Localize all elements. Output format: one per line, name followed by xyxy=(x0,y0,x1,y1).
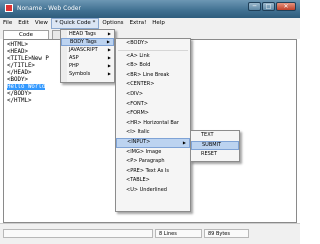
code-line: <TITLE>New P xyxy=(7,56,49,62)
menu-item-b-bold[interactable]: <B> Bold xyxy=(116,61,190,71)
status-lines: 8 Lines xyxy=(155,229,202,238)
status-bytes: 89 Bytes xyxy=(204,229,249,238)
menu-item-hr[interactable]: <HR> Horizontal Bar xyxy=(116,119,190,129)
body-tags-menu: <BODY> <A> Link <B> Bold <BR> Line Break… xyxy=(115,38,191,212)
menu-options[interactable]: Options xyxy=(99,18,126,29)
maximize-button[interactable]: □ xyxy=(262,2,275,11)
close-button[interactable]: ✕ xyxy=(276,2,296,11)
menu-item-input[interactable]: <INPUT> ▶ xyxy=(116,137,190,148)
menu-item-font[interactable]: <FONT> xyxy=(116,100,190,110)
menu-item-div[interactable]: <DIV> xyxy=(116,90,190,100)
tab-code[interactable]: Code xyxy=(3,30,49,39)
menu-item-img[interactable]: <IMG> Image xyxy=(116,148,190,158)
menu-item-form[interactable]: <FORM> xyxy=(116,109,190,119)
submenu-arrow-icon: ▶ xyxy=(106,39,110,44)
code-line: </HEAD> xyxy=(7,70,32,76)
menu-item-javascript[interactable]: JAVASCRIPT ▶ xyxy=(61,46,114,54)
code-line: </TITLE> xyxy=(7,63,35,69)
submenu-arrow-icon: ▶ xyxy=(107,47,111,52)
submenu-arrow-icon: ▶ xyxy=(107,55,111,60)
status-bar: 8 Lines 89 Bytes xyxy=(0,223,300,244)
menu-item-i-italic[interactable]: <I> Italic xyxy=(116,128,190,138)
minimize-button[interactable]: ─ xyxy=(248,2,261,11)
menu-item-p[interactable]: <P> Paragraph xyxy=(116,157,190,167)
menu-extra[interactable]: Extra! xyxy=(127,18,150,29)
code-text[interactable]: <HTML> <HEAD> <TITLE>New P </TITLE> </HE… xyxy=(7,42,49,105)
menu-item-pre[interactable]: <PRE> Text As Is xyxy=(116,167,190,177)
menu-view[interactable]: View xyxy=(32,18,51,29)
menu-separator xyxy=(118,49,188,51)
input-menu: TEXT SUBMIT RESET xyxy=(190,130,240,162)
submenu-arrow-icon: ▶ xyxy=(107,31,111,36)
menu-item-table[interactable]: <TABLE> xyxy=(116,176,190,186)
status-panel-empty xyxy=(3,229,153,238)
menu-file[interactable]: File xyxy=(0,18,15,29)
menu-item-a-link[interactable]: <A> Link xyxy=(116,52,190,62)
menu-item-reset[interactable]: RESET xyxy=(191,150,239,160)
menu-item-center[interactable]: <CENTER> xyxy=(116,80,190,90)
window-title: Noname - Web Coder xyxy=(17,5,81,12)
menu-item-symbols[interactable]: Symbols ▶ xyxy=(61,70,114,78)
menu-item-php[interactable]: PHP ▶ xyxy=(61,62,114,70)
code-line: </HTML> xyxy=(7,98,32,104)
title-bar: Noname - Web Coder ─ □ ✕ xyxy=(0,0,300,18)
code-line: </BODY> xyxy=(7,91,32,97)
quick-code-menu: HEAD Tags ▶ BODY Tags ▶ JAVASCRIPT ▶ ASP ▶ P… xyxy=(60,29,115,83)
menu-item-body-tags[interactable]: BODY Tags ▶ xyxy=(61,38,114,46)
code-line: <HTML> xyxy=(7,42,28,48)
submenu-arrow-icon: ▶ xyxy=(107,71,111,76)
menu-help[interactable]: Help xyxy=(149,18,168,29)
menu-item-body[interactable]: <BODY> xyxy=(116,39,190,49)
code-line: <HEAD> xyxy=(7,49,28,55)
code-line: <BODY> xyxy=(7,77,28,83)
menu-item-submit[interactable]: SUBMIT xyxy=(191,140,239,151)
menu-quick-code[interactable]: * Quick Code * xyxy=(50,18,100,29)
selected-text: Hello World xyxy=(7,84,46,90)
submenu-arrow-icon: ▶ xyxy=(182,139,186,145)
menu-item-asp[interactable]: ASP ▶ xyxy=(61,54,114,62)
app-icon xyxy=(5,4,13,12)
menu-item-u-underlined[interactable]: <U> Underlined xyxy=(116,186,190,196)
menu-item-text[interactable]: TEXT xyxy=(191,131,239,141)
menu-item-head-tags[interactable]: HEAD Tags ▶ xyxy=(61,30,114,38)
menu-edit[interactable]: Edit xyxy=(15,18,32,29)
submenu-arrow-icon: ▶ xyxy=(107,63,111,68)
menu-item-br[interactable]: <BR> Line Break xyxy=(116,71,190,81)
